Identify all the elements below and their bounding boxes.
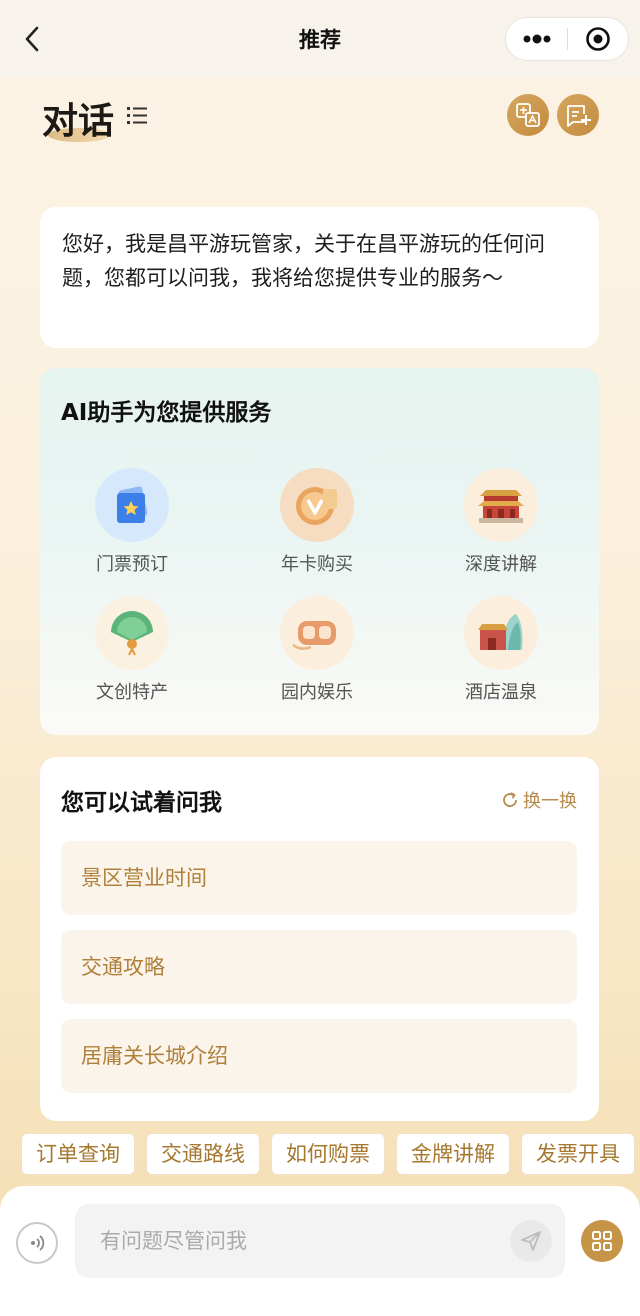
service-park-entertainment[interactable]: 园内娱乐 [247, 596, 387, 716]
refresh-suggestions-button[interactable]: 换一换 [501, 787, 577, 813]
service-label: 门票预订 [96, 554, 168, 575]
close-mini-program-button[interactable] [568, 17, 628, 61]
service-label: 深度讲解 [465, 554, 537, 575]
service-ticket-booking[interactable]: 门票预订 [62, 468, 202, 588]
fan-icon [95, 596, 169, 670]
translate-button[interactable] [507, 94, 549, 136]
page-title: 对话 [42, 100, 115, 142]
grid-icon [592, 1231, 612, 1251]
chat-input-bar [0, 1186, 640, 1316]
send-plane-icon [521, 1231, 541, 1251]
refresh-icon [503, 792, 517, 807]
new-chat-icon [567, 105, 591, 127]
voice-wave-icon [31, 1235, 45, 1251]
hotel-icon [464, 596, 538, 670]
service-label: 园内娱乐 [281, 682, 353, 703]
suggestions-title: 您可以试着问我 [61, 790, 222, 816]
chip-traffic-route[interactable]: 交通路线 [146, 1133, 260, 1175]
chip-order-query[interactable]: 订单查询 [21, 1133, 135, 1175]
service-label: 酒店温泉 [465, 682, 537, 703]
mini-program-capsule [505, 17, 629, 61]
greeting-message: 您好，我是昌平游玩管家，关于在昌平游玩的任何问题，您都可以问我，我将给您提供专业… [40, 207, 599, 348]
send-button[interactable] [510, 1220, 552, 1262]
service-card-title: AI助手为您提供服务 [61, 400, 272, 426]
refresh-label: 换一换 [523, 791, 577, 812]
service-card: AI助手为您提供服务 门票预订 年卡购买 深度讲解 文创特产 园内娱乐 酒店温泉 [40, 368, 599, 735]
service-label: 文创特产 [96, 682, 168, 703]
suggested-question[interactable]: 居庸关长城介绍 [61, 1019, 577, 1093]
chip-gold-guide[interactable]: 金牌讲解 [396, 1133, 510, 1175]
service-annual-card[interactable]: 年卡购买 [247, 468, 387, 588]
service-label: 年卡购买 [281, 554, 353, 575]
service-cultural-products[interactable]: 文创特产 [62, 596, 202, 716]
top-nav-bar: 推荐 [0, 0, 640, 78]
palace-icon [464, 468, 538, 542]
suggested-question[interactable]: 景区营业时间 [61, 841, 577, 915]
new-chat-button[interactable] [557, 94, 599, 136]
chat-input[interactable] [75, 1204, 565, 1278]
service-deep-guide[interactable]: 深度讲解 [431, 468, 571, 588]
target-circle-icon [586, 27, 610, 51]
translate-icon [516, 103, 540, 127]
more-dots-icon [523, 34, 550, 44]
chip-invoice[interactable]: 发票开具 [521, 1133, 635, 1175]
more-button[interactable] [506, 17, 567, 61]
suggested-questions-card: 您可以试着问我 换一换 景区营业时间 交通攻略 居庸关长城介绍 [40, 757, 599, 1121]
vr-goggles-icon [280, 596, 354, 670]
history-list-icon[interactable] [126, 104, 148, 126]
ticket-icon [95, 468, 169, 542]
quick-action-chips: 订单查询 交通路线 如何购票 金牌讲解 发票开具 [21, 1133, 640, 1175]
voice-input-button[interactable] [16, 1222, 58, 1264]
service-hotel-hot-spring[interactable]: 酒店温泉 [431, 596, 571, 716]
suggested-question[interactable]: 交通攻略 [61, 930, 577, 1004]
more-functions-button[interactable] [581, 1220, 623, 1262]
page-header: 对话 [0, 78, 640, 158]
annual-card-icon [280, 468, 354, 542]
chip-how-to-buy[interactable]: 如何购票 [271, 1133, 385, 1175]
